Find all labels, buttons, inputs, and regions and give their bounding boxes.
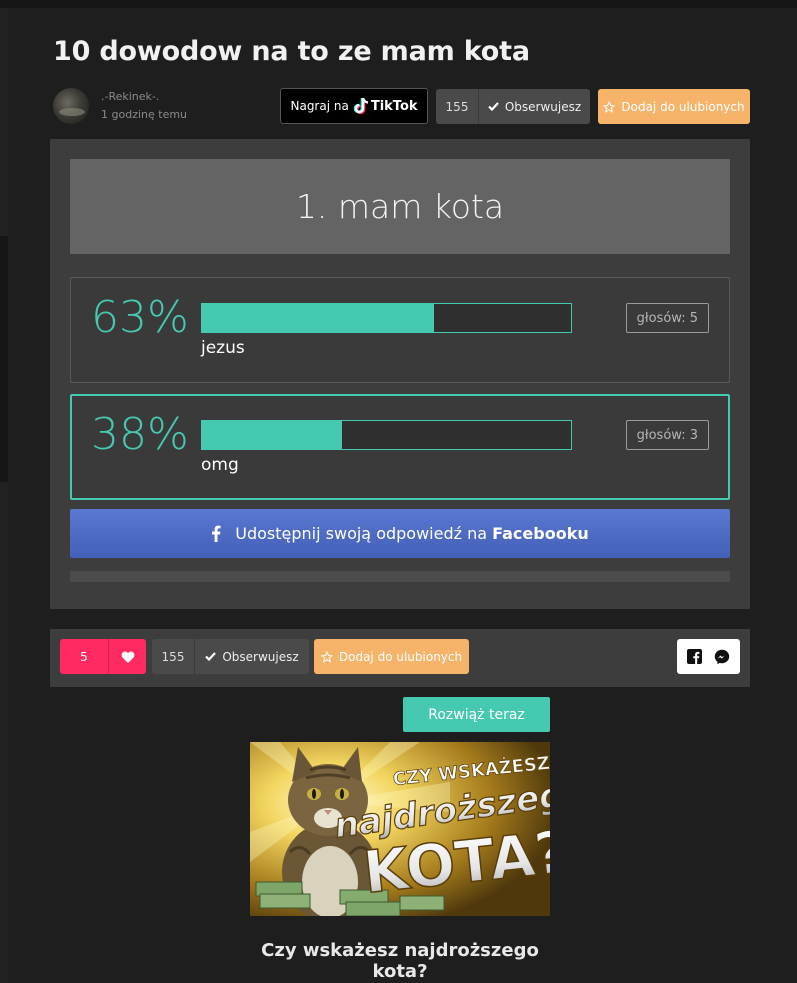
messenger-icon[interactable] (714, 649, 730, 665)
facebook-share-button[interactable]: Udostępnij swoją odpowiedź na Facebooku (70, 509, 730, 558)
like-group: 5 (60, 639, 146, 674)
tiktok-record-button[interactable]: Nagraj na TikTok (280, 88, 428, 124)
favorite-label: Dodaj do ulubionych (338, 649, 463, 664)
author-name[interactable]: .-Rekinek-. (101, 90, 159, 103)
star-icon (603, 100, 616, 113)
heart-icon (121, 651, 134, 663)
tiktok-logo: TikTok (353, 97, 418, 115)
promo-title[interactable]: Czy wskażesz najdroższego kota? (250, 940, 550, 982)
votes-badge: głosów: 3 (625, 420, 709, 450)
question-title: 1. mam kota (70, 159, 730, 254)
author-row: .-Rekinek-. 1 godzinę temu Nagraj na Tik… (53, 88, 750, 124)
facebook-square-icon[interactable] (687, 649, 702, 664)
answer-percent: 63% (91, 292, 189, 343)
answer-option[interactable]: 63% jezus głosów: 5 (70, 277, 730, 383)
promo-image[interactable]: CZY WSKAŻESZ najdroższego KOTA? (250, 742, 550, 916)
follow-button[interactable]: Obserwujesz (478, 89, 590, 124)
check-icon (488, 102, 499, 111)
add-to-favorites-button[interactable]: Dodaj do ulubionych (314, 639, 469, 674)
result-bar (201, 420, 572, 450)
solve-now-button[interactable]: Rozwiąż teraz (403, 697, 550, 732)
answer-option-selected[interactable]: 38% omg głosów: 3 (70, 394, 730, 500)
page-title: 10 dowodow na to ze mam kota (53, 36, 530, 67)
result-bar-fill (202, 304, 435, 332)
promo-cat-artwork: CZY WSKAŻESZ najdroższego KOTA? (250, 742, 550, 916)
answer-label: jezus (201, 338, 245, 358)
follow-button[interactable]: Obserwujesz (194, 639, 309, 674)
followers-count: 155 (152, 639, 194, 674)
avatar[interactable] (53, 88, 89, 124)
left-edge-strip (0, 482, 8, 983)
add-to-favorites-button[interactable]: Dodaj do ulubionych (598, 89, 750, 124)
action-bar: 5 155 Obserwujesz Dodaj do ulubionych (50, 629, 750, 687)
quiz-card: 1. mam kota 63% jezus głosów: 5 38% omg … (50, 139, 750, 609)
like-button[interactable] (108, 639, 146, 674)
share-icons (677, 639, 740, 674)
post-time: 1 godzinę temu (101, 108, 188, 121)
tiktok-brand: TikTok (370, 98, 418, 114)
tiktok-prefix: Nagraj na (290, 99, 349, 113)
followers-count: 155 (436, 89, 478, 124)
votes-badge: głosów: 5 (625, 303, 709, 333)
answer-label: omg (201, 455, 239, 475)
share-prefix: Udostępnij swoją odpowiedź na (235, 524, 488, 543)
result-bar (201, 303, 572, 333)
follow-label: Obserwujesz (222, 649, 299, 664)
answer-percent: 38% (91, 409, 189, 460)
follow-label: Obserwujesz (504, 99, 582, 114)
quiz-progress-bar (70, 571, 730, 582)
left-edge-strip (0, 8, 8, 236)
check-icon (205, 652, 217, 661)
star-icon (320, 650, 333, 663)
favorite-label: Dodaj do ulubionych (621, 99, 745, 114)
tiktok-icon (353, 97, 369, 115)
share-platform: Facebooku (492, 524, 589, 543)
result-bar-fill (202, 421, 343, 449)
facebook-icon (212, 525, 221, 542)
like-count: 5 (60, 639, 108, 674)
